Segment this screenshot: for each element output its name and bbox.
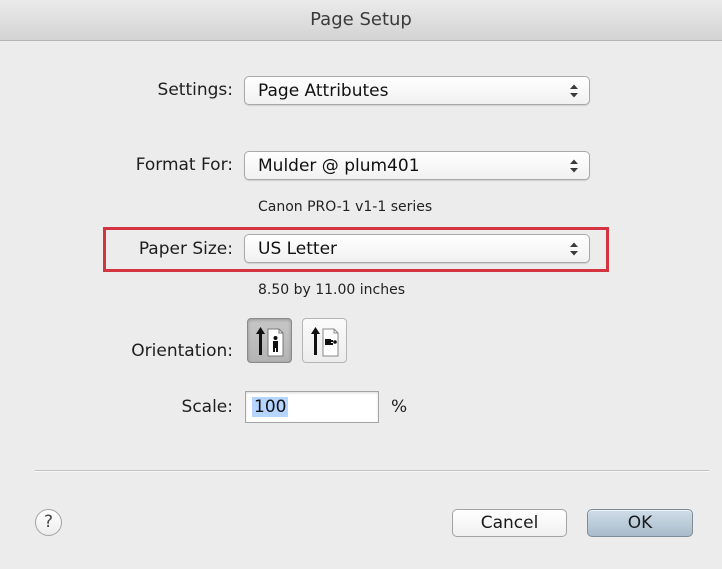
up-down-arrows-icon	[570, 84, 578, 98]
orientation-label: Orientation:	[131, 341, 233, 361]
settings-value: Page Attributes	[258, 81, 389, 101]
page-setup-dialog: Page Setup Settings: Page Attributes For…	[0, 0, 722, 569]
up-down-arrows-icon	[570, 159, 578, 173]
paper-dimensions: 8.50 by 11.00 inches	[258, 282, 406, 298]
format-for-value: Mulder @ plum401	[258, 156, 420, 176]
portrait-orientation-button[interactable]	[247, 318, 292, 363]
scale-unit: %	[391, 397, 408, 417]
format-for-label: Format For:	[135, 155, 233, 175]
scale-input[interactable]: 100	[245, 391, 379, 423]
up-down-arrows-icon	[570, 242, 578, 256]
landscape-orientation-icon	[311, 327, 339, 357]
paper-size-value: US Letter	[258, 239, 338, 259]
separator	[35, 470, 709, 472]
scale-label: Scale:	[181, 397, 233, 417]
help-icon: ?	[43, 512, 54, 532]
paper-size-label: Paper Size:	[138, 239, 233, 259]
format-for-popup[interactable]: Mulder @ plum401	[244, 151, 590, 180]
portrait-orientation-icon	[256, 327, 284, 357]
scale-value: 100	[252, 397, 289, 417]
ok-button[interactable]: OK	[587, 509, 693, 537]
window-title: Page Setup	[310, 9, 412, 30]
cancel-button[interactable]: Cancel	[452, 509, 567, 537]
landscape-orientation-button[interactable]	[302, 318, 347, 363]
printer-info: Canon PRO-1 v1-1 series	[258, 199, 433, 215]
title-bar[interactable]: Page Setup	[0, 0, 722, 41]
paper-size-popup[interactable]: US Letter	[244, 234, 590, 263]
settings-label: Settings:	[157, 80, 233, 100]
settings-popup[interactable]: Page Attributes	[244, 76, 590, 105]
help-button[interactable]: ?	[35, 509, 62, 536]
